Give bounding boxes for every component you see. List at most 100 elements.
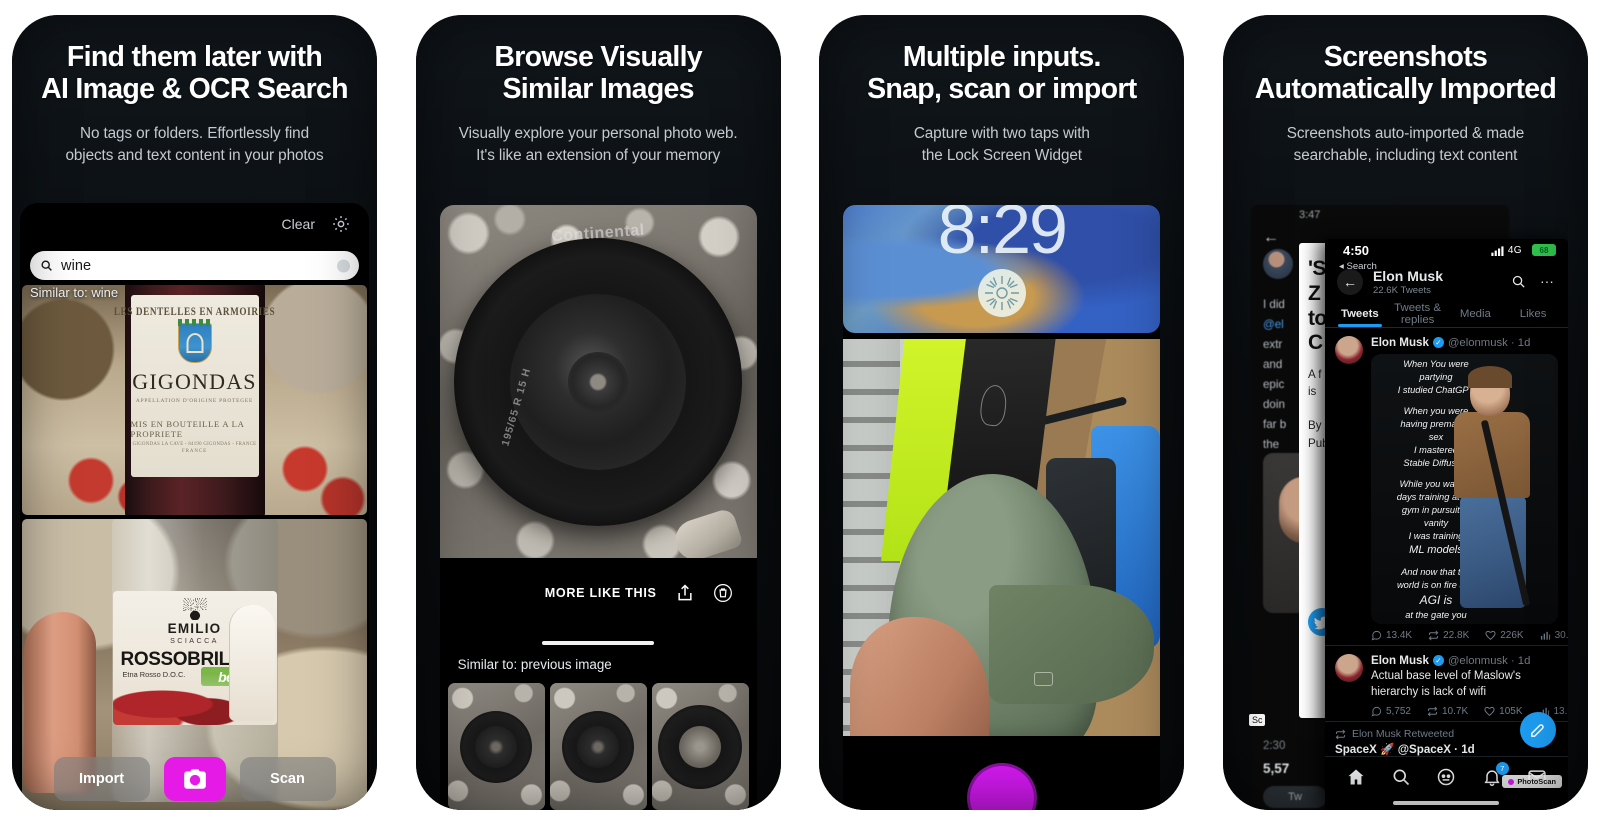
tweet-author-row: Elon Musk ✓ @elonmusk · 1d — [1371, 654, 1558, 667]
tweet-handle: @elonmusk · 1d — [1447, 336, 1531, 349]
scan-button[interactable]: Scan — [239, 757, 336, 801]
tweet-timestamp: 2:30 — [1262, 740, 1286, 752]
like-count[interactable]: 105K — [1484, 706, 1523, 718]
tire — [658, 704, 743, 789]
panel-2-subhead: Visually explore your personal photo web… — [458, 124, 738, 165]
tweet-media-image[interactable]: When You were partying I studied ChatGPT… — [1370, 354, 1558, 624]
camera-button[interactable] — [163, 757, 226, 801]
wine-label: EMILIO SCIACCA ROSSOBRILLO Etna Rosso D.… — [112, 591, 277, 725]
wheel-hub — [568, 351, 629, 412]
tweet-item[interactable]: Elon Musk ✓ @elonmusk · 1d When You were… — [1324, 328, 1568, 646]
verified-badge-icon: ✓ — [1432, 337, 1444, 348]
cap-logo — [1033, 672, 1053, 687]
reply-count-value: 13.4K — [1385, 630, 1413, 641]
panel-1-headline: Find them later with AI Image & OCR Sear… — [41, 41, 349, 106]
camera-shutter-button[interactable] — [969, 766, 1034, 810]
tab-likes[interactable]: Likes — [1504, 308, 1562, 320]
spaces-icon[interactable] — [1436, 767, 1456, 787]
cap-brim — [989, 585, 1154, 705]
tab-media[interactable]: Media — [1446, 308, 1504, 320]
steel-rim — [510, 293, 687, 470]
reply-count[interactable]: 5,752 — [1371, 706, 1411, 717]
share-icon[interactable] — [675, 583, 695, 603]
search-field-wrapper[interactable]: wine — [30, 251, 359, 280]
panel-1-subhead: No tags or folders. Effortlessly find ob… — [65, 124, 324, 165]
photoscan-dot-icon — [1508, 778, 1515, 785]
drag-handle[interactable] — [542, 641, 655, 645]
retweet-count[interactable]: 10.7K — [1427, 706, 1468, 717]
like-count-value: 226K — [1500, 630, 1524, 641]
view-count-value: 13.9M — [1553, 706, 1568, 718]
reply-count[interactable]: 13.4K — [1371, 630, 1412, 641]
back-arrow-icon[interactable]: ← — [1263, 229, 1279, 247]
profile-header: ← Elon Musk 22.6K Tweets ··· — [1325, 263, 1568, 301]
panel-4-subhead: Screenshots auto-imported & made searcha… — [1286, 124, 1525, 165]
screenshot-panel-1: Find them later with AI Image & OCR Sear… — [12, 15, 377, 810]
home-icon[interactable] — [1346, 767, 1366, 787]
panel-4-headline: Screenshots Automatically Imported — [1254, 41, 1557, 106]
similar-thumbnails — [447, 683, 749, 810]
tweet-author-row: Elon Musk ✓ @elonmusk · 1d — [1371, 336, 1558, 349]
home-indicator — [1393, 801, 1500, 805]
back-arrow-icon[interactable]: ← — [1336, 269, 1363, 295]
retweet-label: Elon Musk Retweeted — [1351, 728, 1455, 741]
jester-illustration — [228, 605, 275, 721]
captured-photo-preview[interactable] — [843, 339, 1161, 736]
tab-tweets[interactable]: Tweets — [1331, 308, 1389, 320]
photoscan-watermark: PhotoScan — [1502, 775, 1562, 788]
thumbnail-item[interactable] — [651, 683, 749, 810]
retweet-count[interactable]: 22.8K — [1428, 630, 1469, 641]
search-input-value: wine — [61, 257, 92, 274]
clear-circle-icon[interactable] — [337, 259, 350, 272]
trash-icon[interactable] — [713, 583, 733, 603]
search-icon[interactable] — [1511, 274, 1526, 289]
like-count-value: 105K — [1499, 706, 1523, 718]
main-photo-tire[interactable]: Continental 195/65 R 15 H — [439, 205, 757, 558]
signal-indicator: 4G — [1491, 245, 1522, 256]
import-button[interactable]: Import — [53, 757, 150, 801]
gear-icon[interactable] — [331, 214, 351, 234]
panel-3-bottom-bar — [843, 736, 1161, 810]
panel-1-screen: Find them later with AI Image & OCR Sear… — [12, 15, 377, 810]
view-count-value: 30.1M — [1554, 630, 1568, 641]
panel-4-screen: Screenshots Automatically Imported Scree… — [1222, 15, 1588, 810]
search-icon[interactable] — [1391, 767, 1411, 787]
wine-label-name: GIGONDAS — [132, 369, 257, 394]
more-like-this-button[interactable]: MORE LIKE THIS — [545, 586, 657, 600]
avatar[interactable] — [1334, 336, 1363, 364]
tweet-button[interactable]: Tw — [1262, 786, 1327, 808]
rim — [679, 725, 722, 768]
like-count[interactable]: 226K — [1485, 630, 1524, 641]
profile-tweet-count: 22.6K Tweets — [1372, 285, 1431, 296]
thumbnail-item[interactable] — [549, 683, 647, 810]
compose-tweet-icon[interactable] — [1519, 712, 1556, 748]
photo-results-list: LES DENTELLES EN ARMOIRIES GIGONDAS APPE… — [20, 285, 369, 810]
search-input[interactable]: wine — [30, 251, 359, 280]
search-icon — [40, 259, 53, 272]
tab-tweets-replies[interactable]: Tweets & replies — [1389, 302, 1447, 326]
notifications-bell-icon[interactable]: 7 — [1482, 761, 1509, 787]
photoscan-widget-icon[interactable] — [977, 269, 1026, 317]
tweet-item[interactable]: Elon Musk ✓ @elonmusk · 1d Actual base l… — [1324, 646, 1568, 723]
status-time: 4:50 — [1342, 243, 1369, 258]
bottom-toolbar: Import Scan — [20, 756, 369, 802]
tweet-display-name: Elon Musk — [1370, 654, 1429, 667]
photo-result-wine-gigondas[interactable]: LES DENTELLES EN ARMOIRIES GIGONDAS APPE… — [22, 285, 367, 515]
network-type: 4G — [1507, 245, 1522, 256]
profile-tabs: Tweets Tweets & replies Media Likes — [1324, 301, 1568, 328]
screenshot-corner-tag: Sc — [1248, 714, 1266, 726]
foreground-twitter-screenshot[interactable]: 4:50 ◂ Search 4G 68 ← Elon Musk 22.6K Tw… — [1324, 239, 1568, 810]
tire — [460, 710, 533, 783]
more-dots-icon[interactable]: ··· — [1540, 273, 1554, 289]
screenshot-panel-4: Screenshots Automatically Imported Scree… — [1222, 15, 1588, 810]
wine-label-bottled: MIS EN BOUTEILLE A LA PROPRIETE — [130, 419, 245, 439]
crest-icon — [177, 319, 212, 363]
panel-2-app-screenshot: Continental 195/65 R 15 H MORE LIKE THIS — [439, 205, 757, 810]
tree-logo-icon — [181, 598, 208, 620]
wine-label: LES DENTELLES EN ARMOIRIES GIGONDAS APPE… — [114, 295, 275, 477]
clear-button[interactable]: Clear — [282, 216, 315, 232]
panel-2-screen: Browse Visually Similar Images Visually … — [415, 15, 781, 810]
thumbnail-item[interactable] — [447, 683, 545, 810]
panel-2-headline: Browse Visually Similar Images — [494, 41, 702, 106]
avatar[interactable] — [1334, 654, 1363, 682]
